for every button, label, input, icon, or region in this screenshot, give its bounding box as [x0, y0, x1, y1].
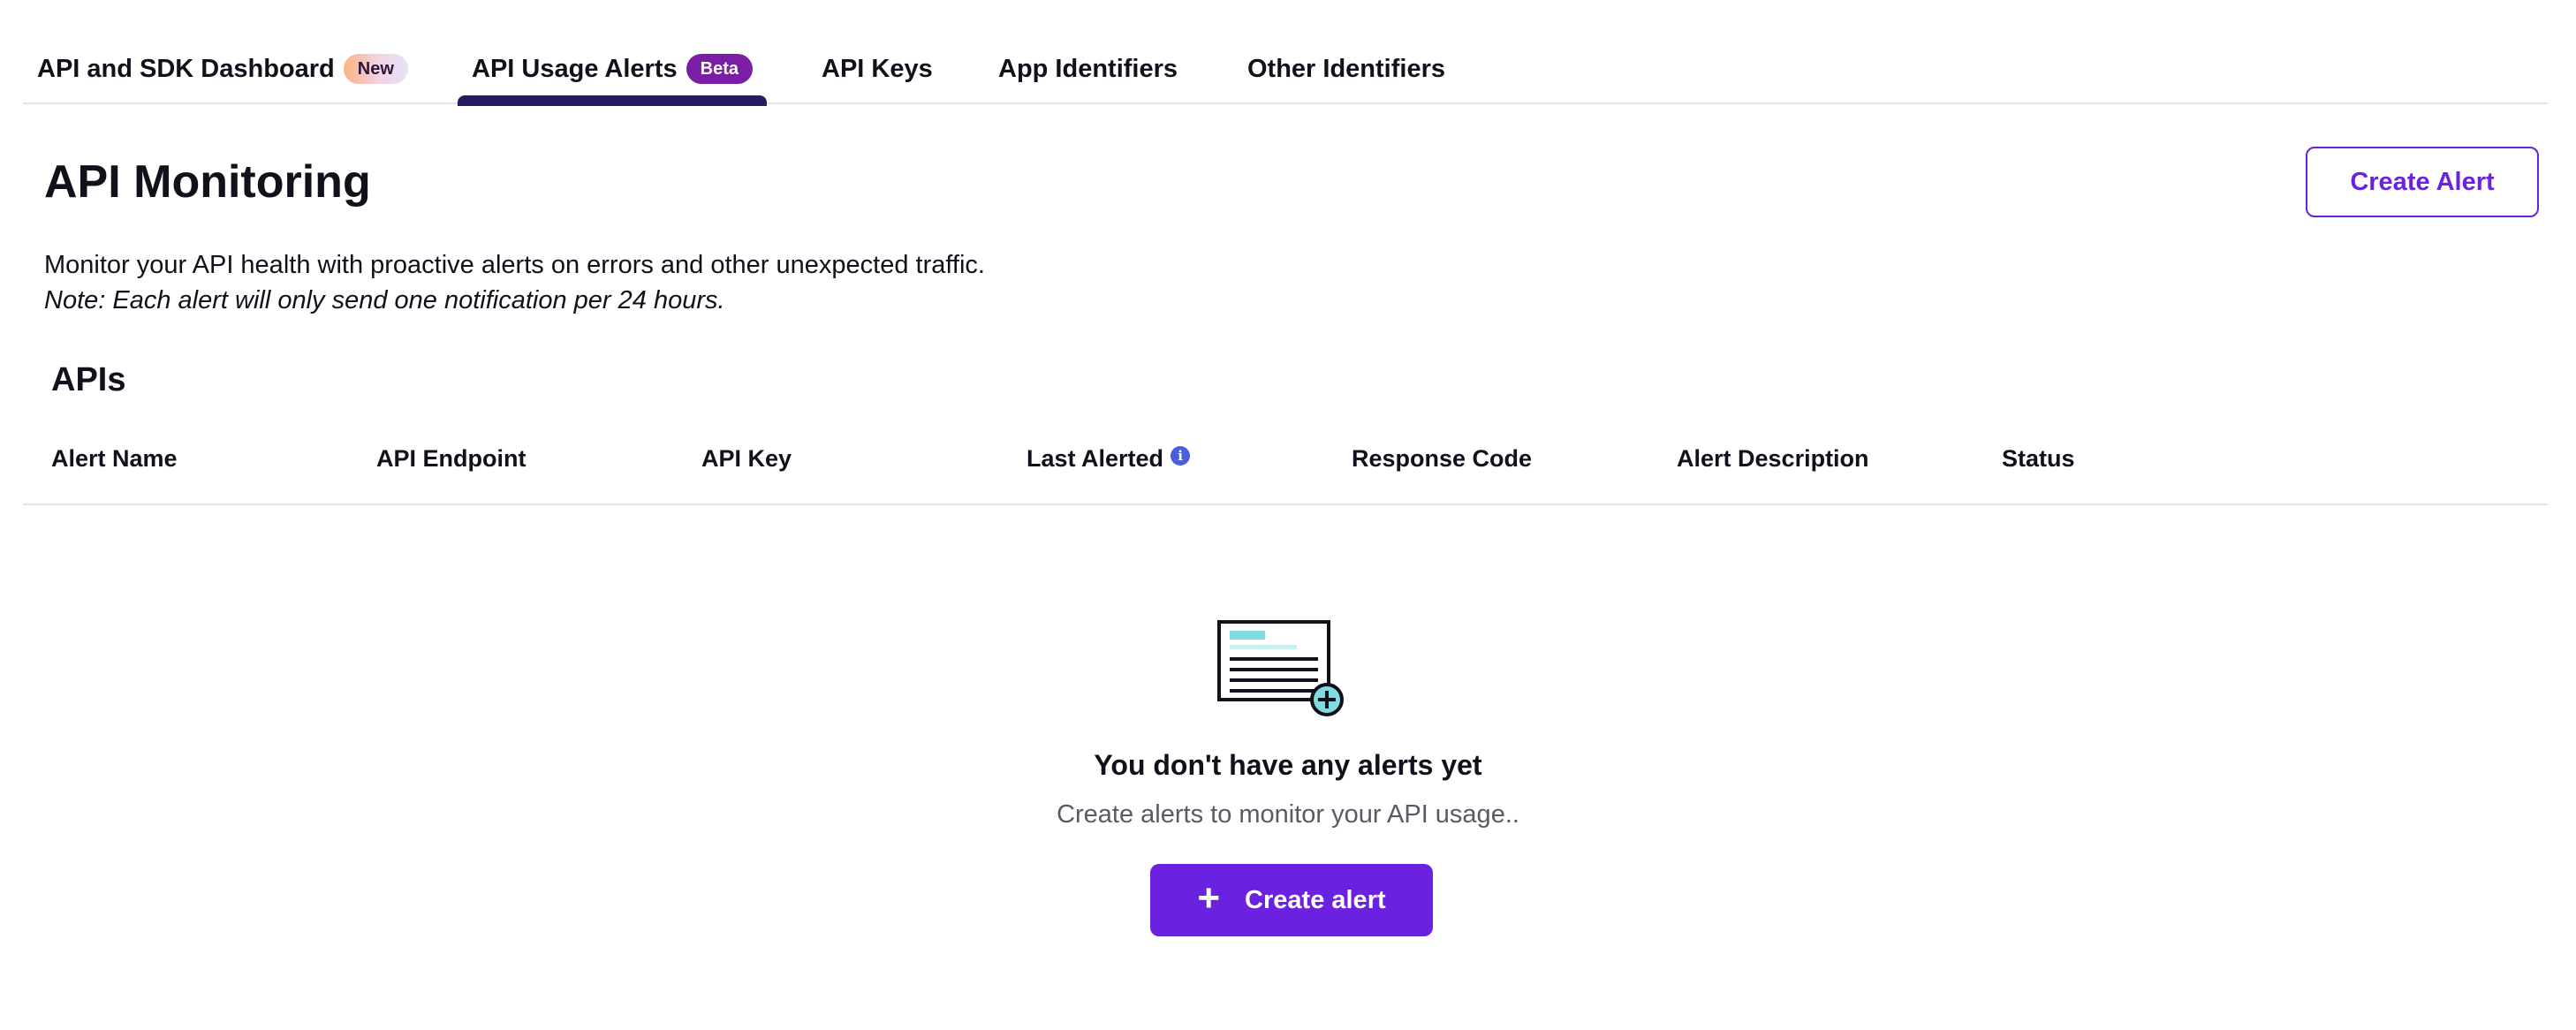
beta-badge: Beta: [686, 54, 753, 84]
column-header-api-endpoint: API Endpoint: [376, 445, 527, 472]
tab-label: API Keys: [822, 54, 933, 83]
create-alert-button[interactable]: Create Alert: [2306, 147, 2539, 217]
create-alert-primary-button[interactable]: + Create alert: [1150, 864, 1433, 936]
column-header-response-code: Response Code: [1352, 445, 1533, 472]
plus-icon: +: [1197, 876, 1221, 920]
page-description: Monitor your API health with proactive a…: [44, 247, 985, 318]
tab-app-identifiers[interactable]: App Identifiers: [998, 42, 1178, 95]
tab-label: Other Identifiers: [1247, 54, 1445, 83]
column-header-alert-description: Alert Description: [1677, 445, 1869, 472]
empty-state-subtitle: Create alerts to monitor your API usage.…: [1057, 800, 1519, 829]
create-alert-label: Create alert: [1245, 885, 1386, 914]
active-tab-indicator: [458, 95, 767, 106]
column-header-status: Status: [2002, 445, 2075, 472]
tab-label: App Identifiers: [998, 54, 1178, 83]
tab-bar: API and SDK Dashboard New API Usage Aler…: [23, 0, 2548, 106]
page-title: API Monitoring: [44, 156, 371, 208]
empty-alerts-illustration-icon: [1217, 620, 1344, 716]
tab-api-keys[interactable]: API Keys: [822, 42, 933, 95]
column-header-last-alerted: Last Alerted i: [1027, 445, 1191, 473]
apis-section-title: APIs: [51, 361, 126, 398]
tab-label: API Usage Alerts: [472, 54, 678, 83]
column-header-label: Last Alerted: [1027, 445, 1164, 472]
tab-other-identifiers[interactable]: Other Identifiers: [1247, 42, 1445, 95]
note-text: Note: Each alert will only send one noti…: [44, 286, 725, 314]
description-text: Monitor your API health with proactive a…: [44, 251, 985, 279]
info-icon[interactable]: i: [1171, 445, 1191, 466]
table-header: Alert Name API Endpoint API Key Last Ale…: [23, 435, 2548, 505]
column-header-api-key: API Key: [701, 445, 792, 472]
tab-api-sdk-dashboard[interactable]: API and SDK Dashboard New: [37, 42, 408, 95]
new-badge: New: [343, 54, 408, 84]
empty-state-title: You don't have any alerts yet: [1094, 749, 1482, 781]
tab-api-usage-alerts[interactable]: API Usage Alerts Beta: [458, 42, 767, 106]
column-header-alert-name: Alert Name: [51, 445, 178, 472]
tab-label: API and SDK Dashboard: [37, 54, 335, 83]
